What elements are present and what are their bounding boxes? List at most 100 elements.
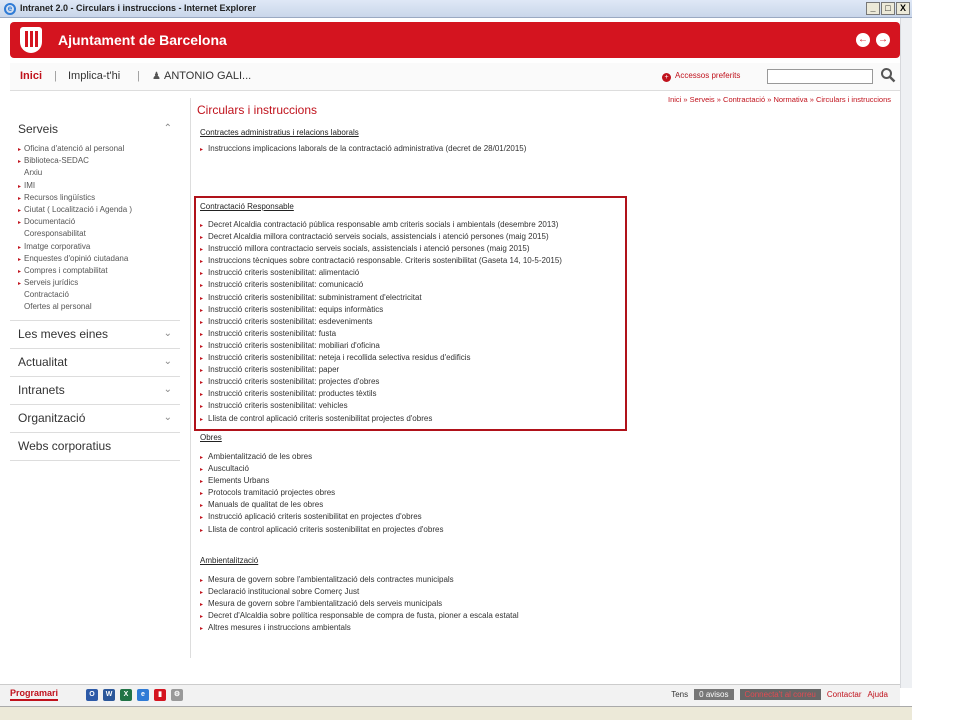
sidebar-section-head[interactable]: Les meves eines ⌄: [10, 321, 180, 348]
sidebar-item-label: Recursos lingüístics: [24, 192, 96, 202]
document-link[interactable]: ▸ Instruccions tècniques sobre contractac…: [200, 255, 562, 267]
sidebar-section-title: Actualitat: [18, 354, 68, 369]
document-link[interactable]: ▸ Instrucció criteris sostenibilitat: net…: [200, 352, 562, 364]
help-link[interactable]: Ajuda: [868, 690, 888, 699]
sidebar-item[interactable]: ▸ Compres i comptabilitat: [18, 265, 172, 277]
document-link[interactable]: ▸ Instrucció criteris sostenibilitat: com…: [200, 279, 562, 291]
document-link[interactable]: ▸ Protocols tramitació projectes obres: [200, 487, 443, 499]
chevron-down-icon[interactable]: ⌄: [164, 412, 172, 423]
sidebar-section-head[interactable]: Actualitat ⌄: [10, 349, 180, 376]
sidebar-item[interactable]: ▸ Biblioteca-SEDAC: [18, 155, 172, 167]
site-brand[interactable]: Ajuntament de Barcelona: [58, 32, 227, 48]
document-link[interactable]: ▸ Manuals de qualitat de les obres: [200, 499, 443, 511]
document-link[interactable]: ▸ Llista de control aplicació criteris so…: [200, 524, 443, 536]
mail-connect-button[interactable]: Connecta't al correu: [739, 689, 821, 700]
search-icon[interactable]: [880, 67, 896, 83]
search-input[interactable]: [767, 69, 873, 84]
document-link[interactable]: ▸ Instrucció millora contractacio serveis…: [200, 243, 562, 255]
excel-icon[interactable]: X: [120, 689, 132, 701]
document-link[interactable]: ▸ Instrucció criteris sostenibilitat: veh…: [200, 400, 562, 412]
outlook-icon[interactable]: O: [86, 689, 98, 701]
gear-icon[interactable]: ⚙: [171, 689, 183, 701]
sidebar-section-head[interactable]: Webs corporatius: [10, 433, 180, 460]
document-link[interactable]: ▸ Decret Alcaldia millora contractació se…: [200, 231, 562, 243]
sidebar-item[interactable]: ▸ Ciutat ( Localització i Agenda ): [18, 204, 172, 216]
section-title: Contractes administratius i relacions la…: [200, 128, 359, 137]
document-link[interactable]: ▸ Instrucció aplicació criteris sostenibi…: [200, 511, 443, 523]
favorites-link[interactable]: + Accessos preferits: [662, 71, 740, 82]
sidebar-item[interactable]: ▸ IMI: [18, 180, 172, 192]
sidebar-item[interactable]: ▸ Documentació: [18, 216, 172, 228]
barcelona-logo-icon[interactable]: [20, 27, 42, 53]
sidebar-item[interactable]: ▸ Oficina d'atenció al personal: [18, 143, 172, 155]
document-link[interactable]: ▸ Instrucció criteris sostenibilitat: pap…: [200, 364, 562, 376]
sidebar-item[interactable]: ▸ Enquestes d'opinió ciutadana: [18, 253, 172, 265]
sidebar-section-head[interactable]: Intranets ⌄: [10, 377, 180, 404]
vertical-scrollbar[interactable]: [900, 18, 912, 688]
programari-tab[interactable]: Programari: [10, 688, 59, 701]
chevron-down-icon[interactable]: ⌄: [164, 384, 172, 395]
nav-user[interactable]: ANTONIO GALI...: [164, 70, 251, 82]
bullet-icon: ▸: [18, 256, 22, 263]
document-link-label: Altres mesures i instruccions ambientals: [208, 623, 351, 633]
document-link[interactable]: ▸ Altres mesures i instruccions ambiental…: [200, 622, 519, 634]
contact-link[interactable]: Contactar: [827, 690, 862, 699]
user-icon: ♟: [152, 71, 161, 82]
sidebar-item[interactable]: Contractació: [18, 289, 172, 301]
chevron-up-icon[interactable]: ⌃: [164, 123, 172, 134]
section-title: Ambientalització: [200, 556, 259, 565]
minimize-button[interactable]: _: [866, 2, 880, 15]
document-link-label: Declaració institucional sobre Comerç Ju…: [208, 587, 360, 597]
document-link[interactable]: ▸ Mesura de govern sobre l'ambientalitzac…: [200, 574, 519, 586]
sidebar-item[interactable]: ▸ Imatge corporativa: [18, 241, 172, 253]
chevron-down-icon[interactable]: ⌄: [164, 356, 172, 367]
document-link[interactable]: ▸ Instrucció criteris sostenibilitat: pro…: [200, 376, 562, 388]
notices-badge[interactable]: 0 avisos: [694, 689, 734, 700]
document-link[interactable]: ▸ Auscultació: [200, 463, 443, 475]
document-link[interactable]: ▸ Instrucció criteris sostenibilitat: mob…: [200, 340, 562, 352]
document-link[interactable]: ▸ Declaració institucional sobre Comerç J…: [200, 586, 519, 598]
document-link[interactable]: ▸ Llista de control aplicació criteris so…: [200, 413, 562, 425]
document-link[interactable]: ▸ Instrucció criteris sostenibilitat: pro…: [200, 388, 562, 400]
nav-inici[interactable]: Inici: [20, 70, 42, 82]
sidebar-collapsed-sections: Les meves eines ⌄ Actualitat ⌄ Intranets ⌄ Org…: [10, 321, 180, 461]
document-link-label: Instrucció criteris sostenibilitat: esde…: [208, 316, 373, 326]
maximize-button[interactable]: □: [881, 2, 895, 15]
document-link[interactable]: ▸ Instrucció criteris sostenibilitat: esd…: [200, 316, 562, 328]
sidebar-item-label: IMI: [24, 180, 36, 190]
document-link-label: Llista de control aplicació criteris sos…: [208, 524, 444, 534]
sidebar-item-label: Serveis jurídics: [24, 278, 79, 288]
document-link[interactable]: ▸ Mesura de govern sobre l'ambientalitzac…: [200, 598, 519, 610]
app-icon[interactable]: ▮: [154, 689, 166, 701]
sidebar-section-head[interactable]: Organització ⌄: [10, 405, 180, 432]
sidebar-head-serveis[interactable]: Serveis ⌃: [10, 116, 180, 143]
sidebar-item-label: Compres i comptabilitat: [24, 265, 108, 275]
close-button[interactable]: X: [896, 2, 910, 15]
document-link[interactable]: ▸ Instrucció criteris sostenibilitat: equ…: [200, 304, 562, 316]
word-icon[interactable]: W: [103, 689, 115, 701]
document-link[interactable]: ▸ Instrucció criteris sostenibilitat: sub…: [200, 292, 562, 304]
sidebar-item[interactable]: Coresponsabilitat: [18, 228, 172, 240]
sidebar-item[interactable]: Ofertes al personal: [18, 301, 172, 313]
browser-icon[interactable]: e: [137, 689, 149, 701]
header-arrows: ← →: [856, 33, 890, 47]
document-link[interactable]: ▸ Instrucció criteris sostenibilitat: ali…: [200, 267, 562, 279]
sidebar-item[interactable]: ▸ Recursos lingüístics: [18, 192, 172, 204]
document-link[interactable]: ▸ Instruccions implicacions laborals de l…: [200, 143, 526, 155]
bullet-icon: ▸: [200, 416, 204, 423]
arrow-right-icon[interactable]: →: [876, 33, 890, 47]
document-link-label: Ambientalització de les obres: [208, 452, 313, 461]
nav-implica[interactable]: Implica-t'hi: [68, 70, 120, 82]
sidebar-section: Les meves eines ⌄: [10, 321, 180, 349]
document-link[interactable]: ▸ Elements Urbans: [200, 475, 443, 487]
arrow-left-icon[interactable]: ←: [856, 33, 870, 47]
document-link[interactable]: ▸ Instrucció criteris sostenibilitat: fus…: [200, 328, 562, 340]
document-link[interactable]: ▸ Decret Alcaldia contractació pública re…: [200, 219, 562, 231]
sidebar-item[interactable]: Arxiu: [18, 167, 172, 179]
document-link-label: Instrucció criteris sostenibilitat: equi…: [208, 304, 384, 314]
plus-circle-icon: +: [662, 73, 671, 82]
chevron-down-icon[interactable]: ⌄: [164, 328, 172, 339]
document-link[interactable]: ▸ Decret d'Alcaldia sobre política respon…: [200, 610, 519, 622]
sidebar-item[interactable]: ▸ Serveis jurídics: [18, 277, 172, 289]
document-link[interactable]: ▸ Ambientalització de les obres: [200, 451, 443, 463]
